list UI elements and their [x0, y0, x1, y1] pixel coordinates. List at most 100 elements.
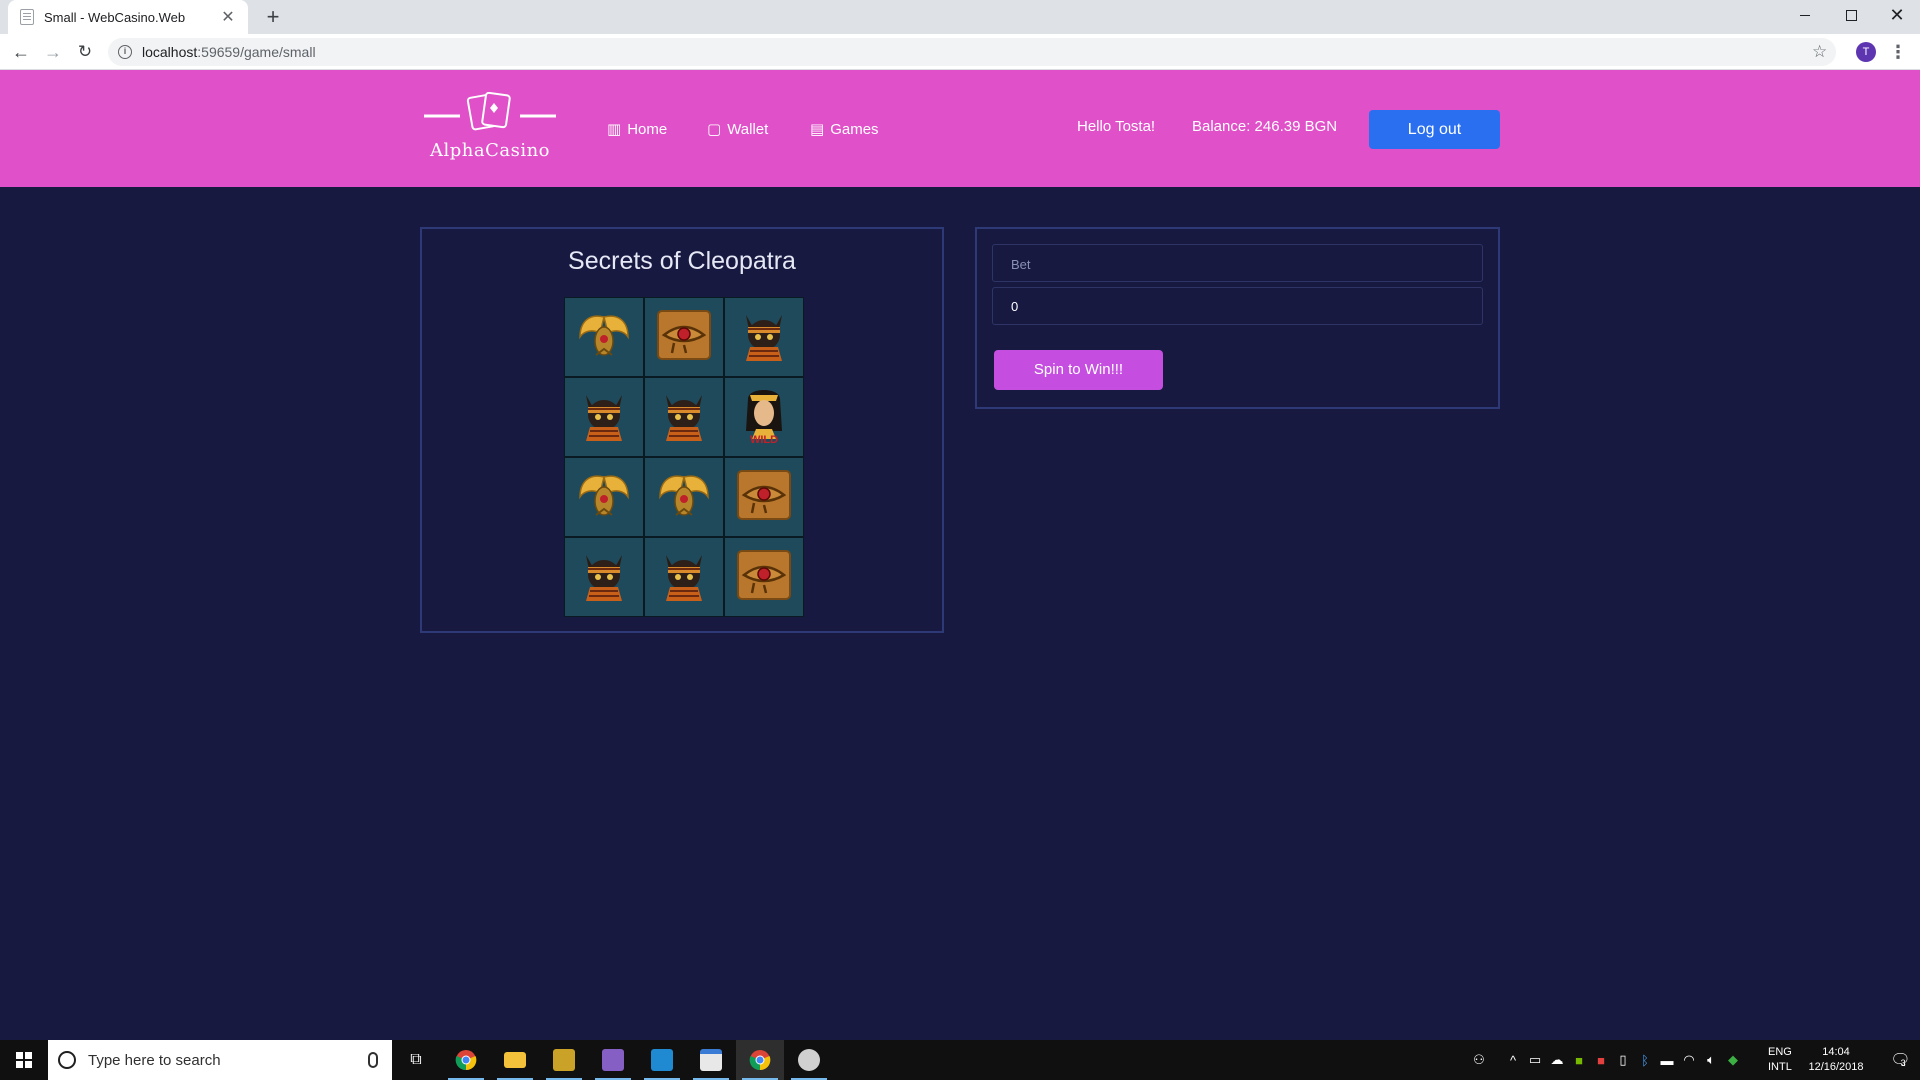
reel-cell-2-1 [644, 457, 724, 537]
paint-icon [798, 1049, 820, 1071]
url-text: localhost:59659/game/small [142, 44, 316, 60]
reel-grid: WILD [564, 297, 804, 617]
keyboard-icon[interactable]: ▭ [1524, 1052, 1546, 1068]
reel-cell-2-2 [724, 457, 804, 537]
nav-home-label: Home [627, 120, 668, 138]
game-panel: Secrets of Cleopatra WILD [420, 227, 944, 633]
cortana-icon [58, 1051, 76, 1069]
input-language[interactable]: ENG INTL [1768, 1045, 1792, 1075]
window-maximize-button[interactable] [1828, 0, 1874, 30]
taskbar-visual-studio[interactable] [589, 1040, 637, 1080]
nav-home[interactable]: ▥ Home [607, 120, 668, 139]
site-header: AlphaCasino ▥ Home ▢ Wallet ▤ Games Hell… [0, 70, 1920, 187]
taskbar-file-explorer[interactable] [491, 1040, 539, 1080]
people-icon[interactable]: ⚇ [1468, 1052, 1490, 1068]
page-favicon-icon [20, 9, 34, 25]
nav-games-label: Games [830, 120, 879, 138]
clock-time: 14:04 [1822, 1046, 1850, 1058]
bet-amount-input[interactable] [992, 287, 1483, 325]
vscode-icon [651, 1049, 673, 1071]
microphone-icon[interactable] [368, 1052, 378, 1068]
clock-date: 12/16/2018 [1808, 1061, 1864, 1073]
eye-symbol-icon [734, 465, 794, 530]
reel-cell-3-2 [724, 537, 804, 617]
nvidia-icon[interactable]: ■ [1568, 1053, 1590, 1068]
windows-taskbar: Type here to search ⧉ ⚇ ^ ▭ ☁ ■ ■ ▯ ᛒ ▬ … [0, 1040, 1920, 1080]
chrome-icon [455, 1050, 477, 1071]
wallet-icon: ▢ [707, 121, 722, 138]
onedrive-icon[interactable]: ☁ [1546, 1052, 1568, 1068]
wifi-icon[interactable]: ◠ [1678, 1052, 1700, 1068]
cat-symbol-icon [574, 545, 634, 610]
logo-text: AlphaCasino [429, 140, 551, 161]
usb-icon[interactable]: ▯ [1612, 1052, 1634, 1068]
taskbar-chrome-active[interactable] [736, 1040, 784, 1080]
taskbar-vscode[interactable] [638, 1040, 686, 1080]
window-minimize-button[interactable] [1782, 0, 1828, 30]
window-app-icon [700, 1049, 722, 1071]
folder-icon [504, 1052, 526, 1068]
browser-toolbar: ← → ↻ i localhost:59659/game/small ☆ T ⋮ [0, 34, 1920, 70]
bet-panel: Bet Spin to Win!!! [975, 227, 1500, 409]
reload-icon[interactable]: ↻ [71, 38, 99, 66]
games-icon: ▤ [810, 121, 825, 138]
taskbar-chrome[interactable] [442, 1040, 490, 1080]
cat-symbol-icon [654, 385, 714, 450]
clock[interactable]: 14:04 12/16/2018 [1806, 1045, 1866, 1075]
svg-text:WILD: WILD [750, 434, 778, 445]
browser-tab[interactable]: Small - WebCasino.Web ✕ [8, 0, 248, 34]
action-center-button[interactable]: 🗨︎ 3 [1876, 1040, 1920, 1080]
spin-button[interactable]: Spin to Win!!! [994, 350, 1163, 390]
scarab-symbol-icon [574, 465, 634, 530]
back-arrow-icon[interactable]: ← [7, 38, 35, 66]
reel-cell-3-0 [564, 537, 644, 617]
nav-games[interactable]: ▤ Games [810, 120, 879, 139]
bet-label: Bet [992, 244, 1483, 282]
start-button[interactable] [0, 1040, 48, 1080]
task-view-icon: ⧉ [410, 1051, 422, 1068]
cat-symbol-icon [654, 545, 714, 610]
tab-title: Small - WebCasino.Web [44, 9, 186, 25]
logout-button[interactable]: Log out [1369, 110, 1500, 149]
reel-cell-0-2 [724, 297, 804, 377]
bluetooth-icon[interactable]: ᛒ [1634, 1053, 1656, 1068]
cat-symbol-icon [734, 305, 794, 370]
volume-icon[interactable]: 🔈︎ [1700, 1052, 1722, 1068]
tab-close-icon[interactable]: ✕ [220, 7, 236, 27]
forward-arrow-icon[interactable]: → [39, 38, 67, 66]
profile-avatar[interactable]: T [1856, 42, 1876, 62]
search-placeholder: Type here to search [88, 1051, 221, 1069]
bookmark-star-icon[interactable]: ☆ [1812, 38, 1827, 66]
reel-cell-1-2: WILD [724, 377, 804, 457]
home-icon: ▥ [607, 121, 622, 138]
app-tray-icon[interactable]: ■ [1590, 1053, 1612, 1068]
new-tab-button[interactable]: + [260, 4, 286, 30]
eye-symbol-icon [734, 545, 794, 610]
security-icon[interactable]: ◆ [1722, 1052, 1744, 1068]
game-title: Secrets of Cleopatra [568, 247, 796, 275]
taskbar-window-app[interactable] [687, 1040, 735, 1080]
alphacasino-logo[interactable]: AlphaCasino [424, 91, 556, 164]
site-info-icon[interactable]: i [118, 45, 132, 59]
battery-icon[interactable]: ▬ [1656, 1053, 1678, 1068]
task-view-button[interactable]: ⧉ [392, 1040, 440, 1080]
eye-symbol-icon [654, 305, 714, 370]
nav-wallet[interactable]: ▢ Wallet [707, 120, 769, 139]
taskbar-app-tools[interactable] [540, 1040, 588, 1080]
window-close-button[interactable]: ✕ [1874, 0, 1920, 30]
tools-app-icon [553, 1049, 575, 1071]
show-hidden-icons-icon[interactable]: ^ [1502, 1053, 1524, 1068]
browser-menu-icon[interactable]: ⋮ [1888, 38, 1908, 66]
reel-cell-1-1 [644, 377, 724, 457]
reel-cell-1-0 [564, 377, 644, 457]
windows-logo-icon [16, 1052, 32, 1068]
cleopatra-wild-symbol-icon: WILD [734, 385, 794, 450]
chrome-icon [749, 1050, 771, 1071]
taskbar-search[interactable]: Type here to search [48, 1040, 392, 1080]
nav-wallet-label: Wallet [727, 120, 769, 138]
notification-count: 3 [1900, 1058, 1906, 1068]
url-bar[interactable]: i localhost:59659/game/small [108, 38, 1836, 66]
visual-studio-icon [602, 1049, 624, 1071]
taskbar-paint[interactable] [785, 1040, 833, 1080]
reel-cell-3-1 [644, 537, 724, 617]
